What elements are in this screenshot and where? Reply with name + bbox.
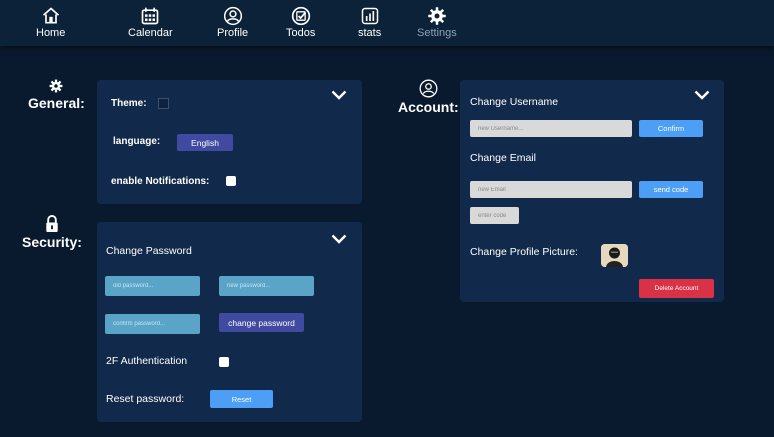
general-section-label: General: [28,79,85,111]
nav-home[interactable]: Home [36,6,65,42]
calendar-icon [141,7,159,25]
account-section-label: Account: [398,79,459,115]
nav-settings-label: Settings [417,27,457,39]
home-icon [42,7,59,24]
nav-todos[interactable]: Todos [286,6,315,42]
general-title: General: [28,95,85,111]
nav-todos-label: Todos [286,27,316,39]
general-panel: Theme: language: English enable Notifica… [97,80,362,204]
chevron-down-icon[interactable] [331,90,347,100]
confirm-password-input[interactable] [105,314,200,334]
enter-code-input[interactable] [470,207,519,224]
reset-password-label: Reset password: [106,393,185,405]
avatar-figure-icon [601,244,628,267]
nav-stats[interactable]: stats [358,6,381,42]
language-select[interactable]: English [177,134,233,151]
two-factor-checkbox[interactable] [219,357,229,367]
account-title: Account: [398,99,459,115]
nav-profile-label: Profile [217,27,249,39]
nav-home-label: Home [36,27,66,39]
new-email-input[interactable] [470,181,632,198]
chevron-down-icon[interactable] [694,90,710,100]
new-password-input[interactable] [219,276,314,296]
security-title: Security: [22,234,82,250]
nav-profile[interactable]: Profile [217,6,248,42]
notifications-label: enable Notifications: [111,176,210,187]
send-code-button[interactable]: send code [639,181,703,198]
todo-check-icon [291,6,310,26]
change-username-heading: Change Username [470,96,559,108]
chevron-down-icon[interactable] [331,234,347,244]
security-panel: Change Password change password 2F Authe… [97,222,362,422]
security-section-label: Security: [22,214,82,250]
language-label: language: [113,136,161,147]
delete-account-button[interactable]: Delete Account [639,279,714,298]
old-password-input[interactable] [105,276,200,296]
user-circle-icon [419,79,438,98]
nav-settings[interactable]: Settings [417,6,457,42]
bar-chart-icon [361,7,378,25]
theme-label: Theme: [111,98,147,109]
confirm-username-button[interactable]: Confirm [639,120,703,137]
gear-icon [49,79,63,93]
two-factor-label: 2F Authentication [106,355,188,367]
nav-stats-label: stats [358,27,382,39]
change-email-heading: Change Email [470,152,536,164]
theme-toggle[interactable] [158,98,169,109]
gear-icon [428,7,446,25]
nav-calendar-label: Calendar [128,27,173,39]
notifications-checkbox[interactable] [226,176,236,186]
account-panel: Change Username Confirm Change Email sen… [460,80,724,302]
reset-password-button[interactable]: Reset [210,390,273,408]
profile-icon [223,6,242,26]
change-password-heading: Change Password [106,245,192,257]
new-username-input[interactable] [470,120,632,137]
top-nav-bar: Home Calendar Profile Todos stats Settin… [0,0,774,46]
change-picture-label: Change Profile Picture: [470,246,578,258]
change-password-button[interactable]: change password [219,313,304,332]
lock-icon [46,214,58,233]
nav-calendar[interactable]: Calendar [128,6,173,42]
profile-picture-avatar[interactable] [601,244,628,267]
